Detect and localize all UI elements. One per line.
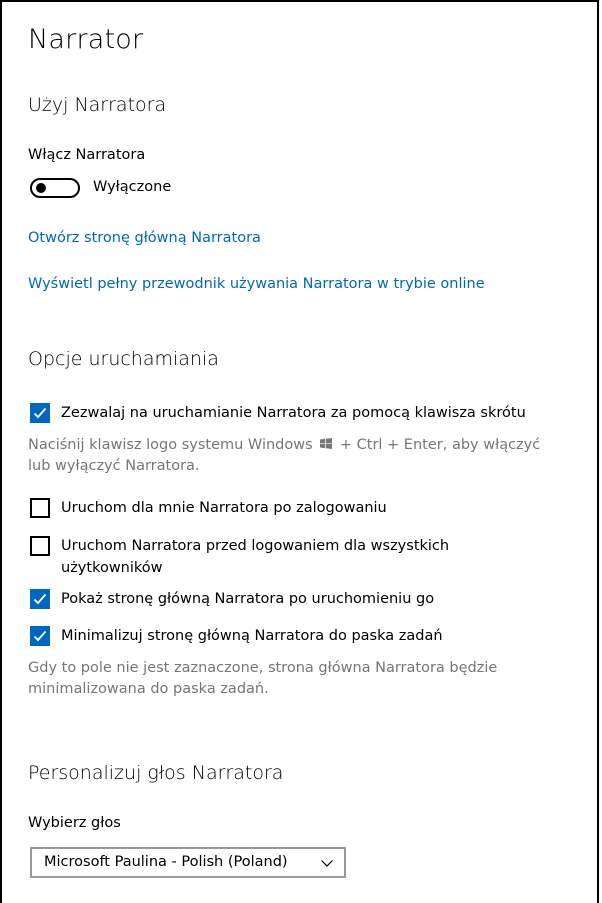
toggle-label: Włącz Narratora [28,147,146,163]
minimize-home-checkbox[interactable] [30,626,50,646]
checkmark-icon [33,630,47,642]
section-title-startup: Opcje uruchamiania [28,348,219,370]
checkmark-icon [33,407,47,419]
section-title-voice: Personalizuj głos Narratora [28,762,284,784]
start-after-login-label: Uruchom dla mnie Narratora po zalogowani… [61,500,387,516]
minimize-home-label: Minimalizuj stronę główną Narratora do p… [61,628,443,644]
link-narrator-home[interactable]: Otwórz stronę główną Narratora [28,230,261,246]
voice-select-value: Microsoft Paulina - Polish (Poland) [44,854,288,870]
settings-page: Narrator Użyj Narratora Włącz Narratora … [0,0,599,903]
shortcut-help-part1: Naciśnij klawisz logo systemu Windows [28,437,313,453]
windows-logo-icon [320,435,333,449]
toggle-knob [36,183,46,193]
link-narrator-guide[interactable]: Wyświetl pełny przewodnik używania Narra… [28,276,485,292]
shortcut-checkbox[interactable] [30,403,50,423]
minimize-help-text: Gdy to pole nie jest zaznaczone, strona … [28,660,498,697]
choose-voice-label: Wybierz głos [28,815,121,831]
shortcut-checkbox-label: Zezwalaj na uruchamianie Narratora za po… [61,405,526,421]
toggle-state-text: Wyłączone [93,179,172,195]
start-before-login-checkbox[interactable] [30,536,50,556]
show-home-checkbox[interactable] [30,589,50,609]
start-before-login-label: Uruchom Narratora przed logowaniem dla w… [61,538,450,576]
checkmark-icon [33,593,47,605]
show-home-label: Pokaż stronę główną Narratora po uruchom… [61,591,435,607]
page-title: Narrator [28,24,144,55]
narrator-toggle[interactable] [30,178,80,198]
start-after-login-checkbox[interactable] [30,498,50,518]
chevron-down-icon [320,855,334,874]
shortcut-help-text: Naciśnij klawisz logo systemu Windows + … [28,435,548,477]
voice-select[interactable]: Microsoft Paulina - Polish (Poland) [30,847,346,878]
section-title-use-narrator: Użyj Narratora [28,94,167,116]
